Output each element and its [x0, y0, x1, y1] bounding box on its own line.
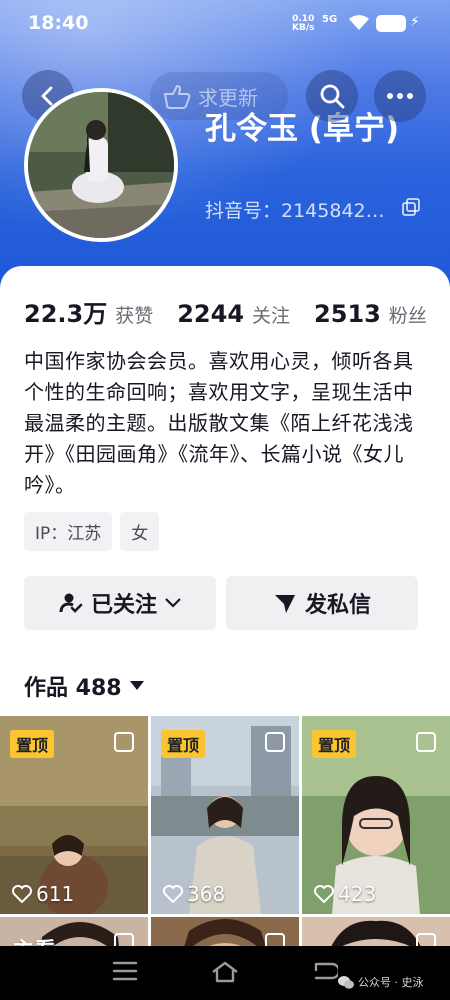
profile-tags: IP：江苏 女 [24, 512, 160, 551]
select-checkbox[interactable] [114, 732, 134, 752]
followers-count[interactable]: 2513 [314, 300, 381, 328]
works-label: 作品 488 [24, 676, 122, 701]
wifi-icon [348, 13, 370, 35]
copy-icon[interactable] [402, 198, 420, 220]
status-time: 18:40 [28, 12, 89, 34]
select-checkbox[interactable] [416, 732, 436, 752]
send-icon [274, 595, 295, 613]
profile-stats: 22.3万 获赞 2244 关注 2513 粉丝 [24, 294, 427, 329]
heart-icon [12, 885, 32, 903]
followed-label: 已关注 [90, 593, 157, 618]
chevron-down-icon [165, 598, 181, 608]
watermark-text: 公众号 · 史泳 [358, 976, 424, 989]
likes-label: 获赞 [115, 305, 154, 327]
user-check-icon [59, 593, 83, 613]
heart-icon [163, 885, 183, 903]
profile-bio: 中国作家协会会员。喜欢用心灵，倾听各具个性的生命回响；喜欢用文字，呈现生活中最温… [24, 349, 414, 497]
network-speed: 0.10 KB/s [292, 14, 315, 33]
profile-screen: 18:40 0.10 KB/s 5G ⚡ 求更新 孔令玉 (阜宁) 抖音号：21… [0, 0, 450, 1000]
heart-icon [314, 885, 334, 903]
send-message-button[interactable]: 发私信 [226, 576, 418, 630]
ip-location-tag: IP：江苏 [24, 512, 113, 551]
avatar-photo [28, 92, 174, 238]
more-dots-icon [387, 93, 413, 99]
profile-actions: 已关注 发私信 [24, 576, 418, 630]
send-message-label: 发私信 [304, 593, 371, 618]
back-nav-icon[interactable] [312, 960, 341, 986]
battery-icon [376, 15, 406, 32]
charging-icon: ⚡ [410, 14, 420, 30]
more-button[interactable] [374, 70, 426, 122]
menu-icon[interactable] [112, 960, 138, 986]
system-navigation-bar [0, 946, 450, 1000]
video-likes: 611 [12, 882, 74, 906]
avatar[interactable] [24, 88, 178, 242]
pinned-badge: 置顶 [10, 730, 55, 758]
pinned-badge: 置顶 [161, 730, 206, 758]
gender-tag: 女 [120, 512, 160, 551]
home-icon[interactable] [210, 960, 240, 988]
select-checkbox[interactable] [265, 732, 285, 752]
watermark: 公众号 · 史泳 [338, 974, 424, 990]
wechat-icon [338, 975, 354, 989]
likes-value: 368 [187, 882, 226, 906]
followed-button[interactable]: 已关注 [24, 576, 216, 630]
status-bar: 18:40 0.10 KB/s 5G ⚡ [0, 0, 450, 46]
video-likes: 368 [163, 882, 225, 906]
search-button[interactable] [306, 70, 358, 122]
caret-down-icon [129, 681, 144, 690]
video-thumbnail[interactable]: 置顶 611 [0, 716, 148, 914]
video-thumbnail[interactable]: 置顶 423 [302, 716, 450, 914]
network-type: 5G [322, 14, 338, 25]
pinned-badge: 置顶 [312, 730, 357, 758]
douyin-id-text: 抖音号：2145842… [205, 200, 385, 222]
following-count[interactable]: 2244 [177, 300, 244, 328]
followers-label[interactable]: 粉丝 [389, 301, 427, 328]
likes-count: 22.3万 [24, 300, 108, 328]
hand-point-icon [163, 84, 191, 109]
likes-value: 611 [36, 882, 75, 906]
request-update-label: 求更新 [198, 85, 258, 110]
search-icon [320, 84, 345, 109]
douyin-id: 抖音号：2145842… [205, 196, 385, 223]
likes-value: 423 [338, 882, 377, 906]
following-label[interactable]: 关注 [252, 301, 290, 328]
video-likes: 423 [314, 882, 376, 906]
works-tab[interactable]: 作品 488 [24, 670, 144, 702]
video-thumbnail[interactable]: 置顶 368 [151, 716, 299, 914]
